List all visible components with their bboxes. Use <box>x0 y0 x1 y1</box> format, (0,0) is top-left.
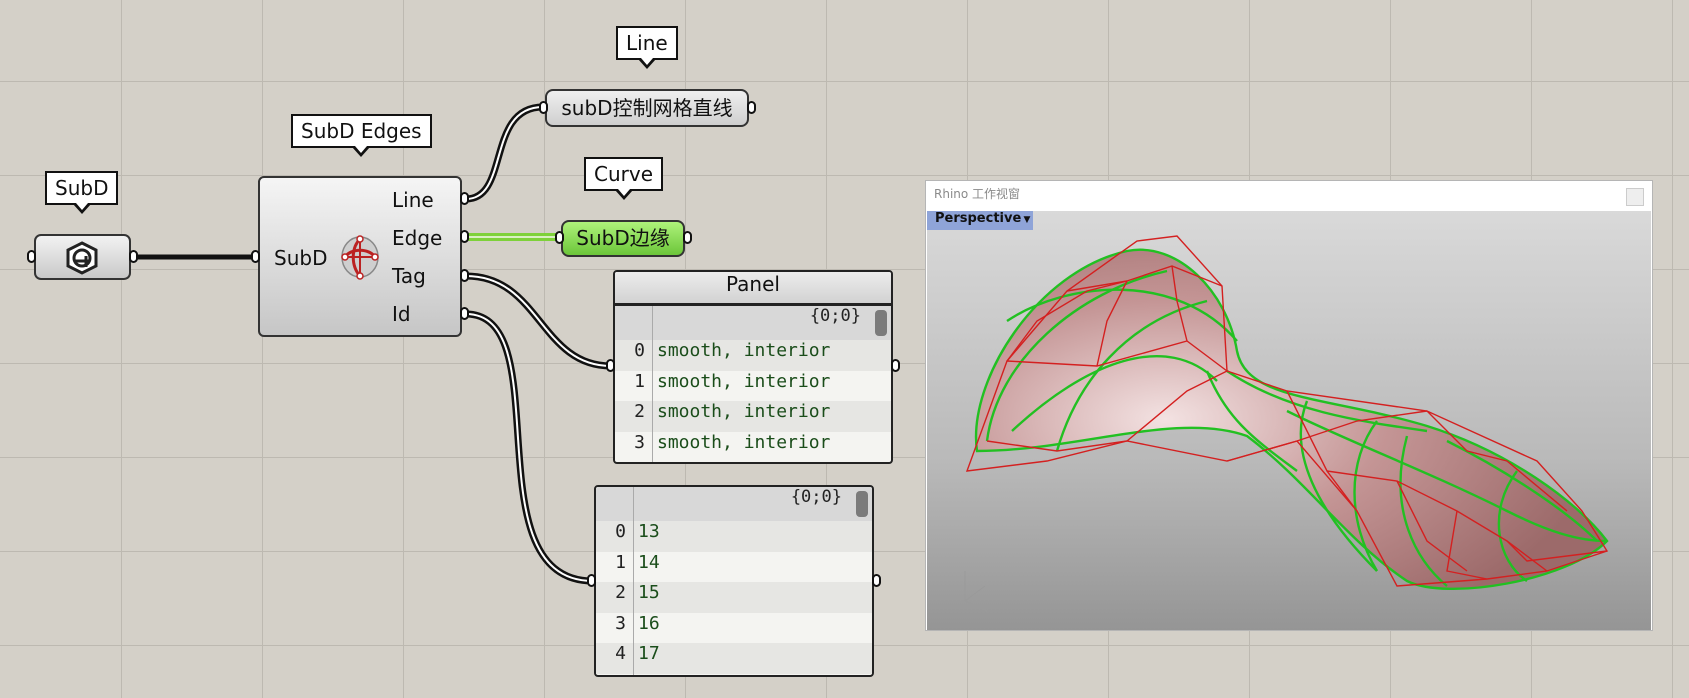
output-label-line: Line <box>392 188 434 212</box>
curve-param-input-grip[interactable] <box>555 231 564 244</box>
line-param-input-grip[interactable] <box>539 101 548 114</box>
panel-row: 2 smooth, interior <box>615 401 891 432</box>
id-panel-input-grip[interactable] <box>587 574 596 587</box>
component-output-grip-tag[interactable] <box>460 269 469 282</box>
subd-param-output-grip[interactable] <box>129 250 138 263</box>
panel-row: 2 15 <box>596 582 872 613</box>
component-input-grip-subd[interactable] <box>251 250 260 263</box>
tag-panel-output-grip[interactable] <box>891 359 900 372</box>
row-index: 1 <box>634 370 645 392</box>
panel-title: Panel <box>615 272 891 306</box>
component-output-grip-line[interactable] <box>460 192 469 205</box>
row-index: 3 <box>634 431 645 453</box>
input-label-subd: SubD <box>274 246 328 270</box>
close-icon[interactable] <box>1626 188 1644 206</box>
row-index: 2 <box>615 582 626 603</box>
perspective-viewport[interactable]: Perspective ▼ <box>927 211 1651 630</box>
row-value: smooth, interior <box>657 401 831 422</box>
panel-rows: 0 13 1 14 2 15 3 16 4 17 <box>596 521 872 674</box>
subd-name-tag: SubD <box>45 171 119 214</box>
panel-rows: 0 smooth, interior 1 smooth, interior 2 smo… <box>615 340 891 462</box>
panel-path: {0;0} <box>790 487 842 507</box>
panel-scrollbar[interactable] <box>856 491 868 517</box>
panel-row: 3 16 <box>596 613 872 644</box>
row-index: 4 <box>615 643 626 664</box>
line-parameter[interactable]: subD控制网格直线 <box>545 89 749 127</box>
component-output-grip-id[interactable] <box>460 307 469 320</box>
subd-parameter[interactable] <box>34 234 131 280</box>
row-index: 2 <box>634 401 645 422</box>
output-label-edge: Edge <box>392 226 443 250</box>
index-divider <box>652 306 653 462</box>
id-panel[interactable]: {0;0} 0 13 1 14 2 15 3 16 4 17 <box>594 485 874 677</box>
tag-panel[interactable]: Panel {0;0} 0 smooth, interior 1 smooth, i… <box>613 270 893 464</box>
axis-gizmo-icon <box>964 571 988 612</box>
viewport-window-title: Rhino 工作视窗 <box>934 187 1021 201</box>
row-index: 0 <box>634 340 645 361</box>
rhino-viewport-window[interactable]: Rhino 工作视窗 Perspective ▼ <box>925 180 1653 631</box>
curve-param-output-grip[interactable] <box>683 231 692 244</box>
row-index: 0 <box>615 521 626 542</box>
tag-panel-input-grip[interactable] <box>606 359 615 372</box>
panel-path-header: {0;0} <box>615 306 891 340</box>
panel-row: 4 17 <box>596 643 872 674</box>
id-panel-output-grip[interactable] <box>872 574 881 587</box>
row-value: 15 <box>638 582 660 603</box>
row-value: 14 <box>638 551 660 573</box>
output-label-id: Id <box>392 302 411 326</box>
row-value: smooth, interior <box>657 340 831 361</box>
component-output-grip-edge[interactable] <box>460 230 469 243</box>
row-value: smooth, interior <box>657 431 831 453</box>
row-value: 16 <box>638 612 660 634</box>
panel-row: 1 smooth, interior <box>615 371 891 402</box>
row-value: 13 <box>638 521 660 542</box>
line-name-tag: Line <box>616 26 678 69</box>
subd-edges-component[interactable]: SubD Line Edge Tag Id <box>258 176 462 337</box>
line-param-output-grip[interactable] <box>747 101 756 114</box>
panel-scrollbar[interactable] <box>875 310 887 336</box>
index-divider <box>633 487 634 675</box>
panel-path: {0;0} <box>809 306 861 326</box>
panel-row: 1 14 <box>596 552 872 583</box>
curve-name-tag: Curve <box>584 157 664 200</box>
subd-param-input-grip[interactable] <box>27 250 36 263</box>
row-index: 1 <box>615 551 626 573</box>
subd-param-icon <box>66 241 98 275</box>
row-index: 3 <box>615 612 626 634</box>
panel-row: 3 smooth, interior <box>615 432 891 463</box>
output-label-tag: Tag <box>392 264 426 288</box>
row-value: 17 <box>638 643 660 664</box>
subd-edges-name-tag: SubD Edges <box>291 114 432 157</box>
subd-edges-icon <box>341 235 379 280</box>
subd-model-preview <box>964 235 1609 612</box>
curve-parameter[interactable]: SubD边缘 <box>561 220 685 257</box>
panel-path-header: {0;0} <box>596 487 872 521</box>
row-value: smooth, interior <box>657 370 831 392</box>
panel-row: 0 smooth, interior <box>615 340 891 371</box>
panel-row: 0 13 <box>596 521 872 552</box>
